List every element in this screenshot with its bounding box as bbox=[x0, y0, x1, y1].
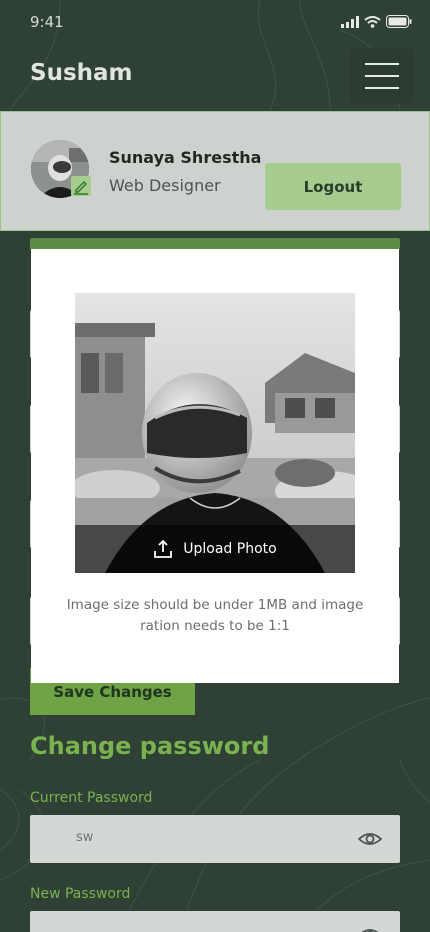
eye-icon[interactable] bbox=[358, 827, 382, 851]
profile-name: Sunaya Shrestha bbox=[109, 148, 262, 167]
status-icons bbox=[341, 15, 412, 28]
current-password-label: Current Password bbox=[30, 790, 153, 806]
profile-card: Sunaya Shrestha Web Designer Logout bbox=[0, 111, 430, 231]
photo-upload-modal: Upload Photo Image size should be under … bbox=[31, 249, 399, 683]
eye-icon[interactable] bbox=[358, 923, 382, 932]
brand-logo-text[interactable]: Susham bbox=[30, 60, 133, 86]
logout-button[interactable]: Logout bbox=[265, 163, 401, 210]
upload-photo-button[interactable]: Upload Photo bbox=[75, 525, 355, 573]
upload-requirements-note: Image size should be under 1MB and image… bbox=[66, 597, 364, 634]
upload-photo-label: Upload Photo bbox=[183, 541, 277, 557]
edit-icon[interactable] bbox=[71, 176, 91, 196]
wifi-icon bbox=[364, 15, 381, 28]
menu-icon-bar bbox=[365, 87, 399, 89]
menu-button[interactable] bbox=[350, 48, 414, 104]
app-header: Susham bbox=[0, 46, 430, 110]
status-bar: 9:41 bbox=[0, 0, 430, 46]
new-password-label: New Password bbox=[30, 886, 131, 902]
menu-icon-bar bbox=[365, 75, 399, 77]
signal-icon bbox=[341, 15, 359, 28]
upload-icon bbox=[154, 539, 173, 558]
new-password-field[interactable] bbox=[30, 911, 400, 932]
battery-icon bbox=[386, 15, 412, 28]
status-time: 9:41 bbox=[30, 13, 64, 31]
menu-icon bbox=[365, 63, 399, 65]
profile-photo-preview: Upload Photo bbox=[75, 293, 355, 573]
current-password-field[interactable]: sw bbox=[30, 815, 400, 863]
profile-role: Web Designer bbox=[109, 176, 221, 195]
change-password-title: Change password bbox=[30, 732, 270, 760]
current-password-value: sw bbox=[76, 830, 94, 845]
